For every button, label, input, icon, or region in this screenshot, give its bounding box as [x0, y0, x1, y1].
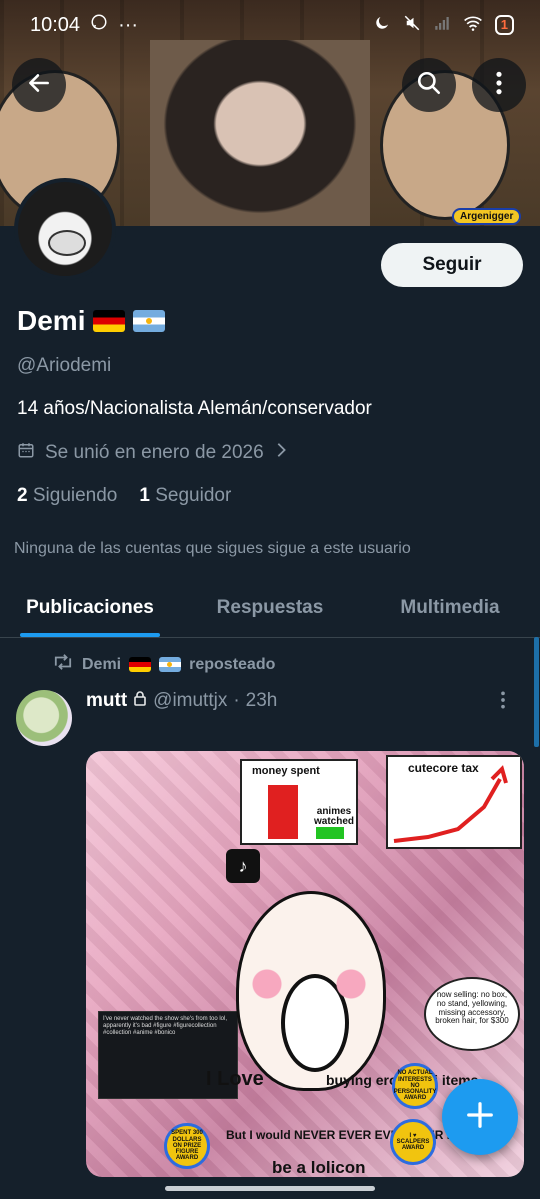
compose-plus-icon [465, 1100, 495, 1135]
profile-handle: @Ariodemi [17, 355, 112, 376]
repost-user[interactable]: Demi [82, 656, 121, 674]
compose-button[interactable] [442, 1079, 518, 1155]
cutecore-tax-line [393, 765, 508, 843]
do-not-disturb-icon [373, 14, 391, 37]
followers-label: Seguidor [155, 485, 232, 506]
animes-watched-label: animes watched [313, 806, 354, 827]
lock-icon [133, 690, 147, 712]
profile-bio: 14 años/Nacionalista Alemán/conservador [17, 398, 372, 419]
post-author-name[interactable]: mutt [86, 690, 127, 712]
media-soyjak-face [236, 891, 386, 1091]
more-vert-icon [495, 70, 503, 101]
following-count: 2 [17, 485, 28, 506]
follow-stats: 2 Siguiendo 1 Seguidor [17, 485, 231, 507]
argentina-flag-icon [159, 657, 182, 672]
profile-name-text: Demi [17, 305, 86, 336]
more-vert-icon [500, 691, 506, 714]
whatsapp-icon [90, 13, 108, 37]
money-spent-label: money spent [252, 765, 320, 777]
post-more-button[interactable] [500, 690, 506, 715]
profile-name: Demi [17, 305, 166, 337]
followers-link[interactable]: 1 Seguidor [139, 485, 231, 507]
back-arrow-icon [26, 70, 52, 101]
repost-indicator: Demi reposteado [52, 653, 275, 676]
media-lolicon-text: be a lolicon [272, 1158, 366, 1177]
battery-icon: 1 [494, 15, 514, 35]
cutecore-tax-chart: cutecore tax [386, 755, 522, 849]
post-author-avatar[interactable] [16, 690, 72, 746]
money-spent-bar [268, 785, 298, 839]
tab-respuestas[interactable]: Respuestas [180, 578, 360, 637]
media-love-text: I Love [206, 1068, 264, 1090]
animes-watched-bar [316, 827, 344, 839]
following-link[interactable]: 2 Siguiendo [17, 485, 117, 507]
germany-flag-icon [93, 310, 126, 332]
mutuals-note: Ninguna de las cuentas que sigues sigue … [14, 540, 411, 557]
joined-text: Se unió en enero de 2026 [45, 442, 264, 463]
repost-icon [52, 653, 74, 676]
following-label: Siguiendo [32, 485, 118, 506]
followers-count: 1 [139, 485, 150, 506]
banner-tag: Argenigger [452, 208, 522, 225]
media-speech-bubble: now selling: no box, no stand, yellowing… [424, 977, 520, 1051]
award-badge-prize-figure: SPENT 300 DOLLARS ON PRIZE FIGURE AWARD [164, 1123, 210, 1169]
banner-photo [150, 40, 370, 226]
money-spent-chart: money spent animes watched [240, 759, 358, 845]
status-time: 10:04 [30, 13, 81, 36]
search-icon [416, 70, 442, 101]
post-header: mutt @imuttjx · 23h [86, 690, 277, 712]
post-separator: · [233, 690, 240, 711]
profile-avatar[interactable] [14, 178, 116, 280]
mute-icon [403, 14, 421, 37]
post-author-handle[interactable]: @imuttjx [153, 690, 227, 712]
award-badge-scalpers: I ♥ SCALPERS AWARD [390, 1119, 436, 1165]
wifi-icon [463, 14, 483, 37]
search-button[interactable] [402, 58, 456, 112]
award-badge-no-personality: NO ACTUAL INTERESTS NO PERSONALITY AWARD [392, 1063, 438, 1109]
signal-icon [433, 14, 451, 37]
battery-level: 1 [500, 17, 508, 32]
joined-date[interactable]: Se unió en enero de 2026 [17, 441, 288, 465]
follow-button[interactable]: Seguir [381, 243, 523, 287]
more-options-button[interactable] [472, 58, 526, 112]
profile-tabs: Publicaciones Respuestas Multimedia [0, 578, 540, 638]
back-button[interactable] [12, 58, 66, 112]
germany-flag-icon [129, 657, 152, 672]
post-time: 23h [245, 690, 278, 711]
tab-publicaciones[interactable]: Publicaciones [0, 578, 180, 637]
more-notifications-icon: ··· [118, 13, 139, 36]
status-bar: 10:04 ··· 1 [0, 0, 540, 50]
repost-label: reposteado [189, 655, 276, 673]
argentina-flag-icon [133, 310, 166, 332]
calendar-icon [17, 441, 35, 465]
scrollbar-thumb[interactable] [534, 637, 539, 747]
home-indicator[interactable] [165, 1186, 375, 1191]
tab-multimedia[interactable]: Multimedia [360, 578, 540, 637]
tiktok-icon: ♪ [226, 849, 260, 883]
chevron-right-icon [274, 441, 288, 465]
